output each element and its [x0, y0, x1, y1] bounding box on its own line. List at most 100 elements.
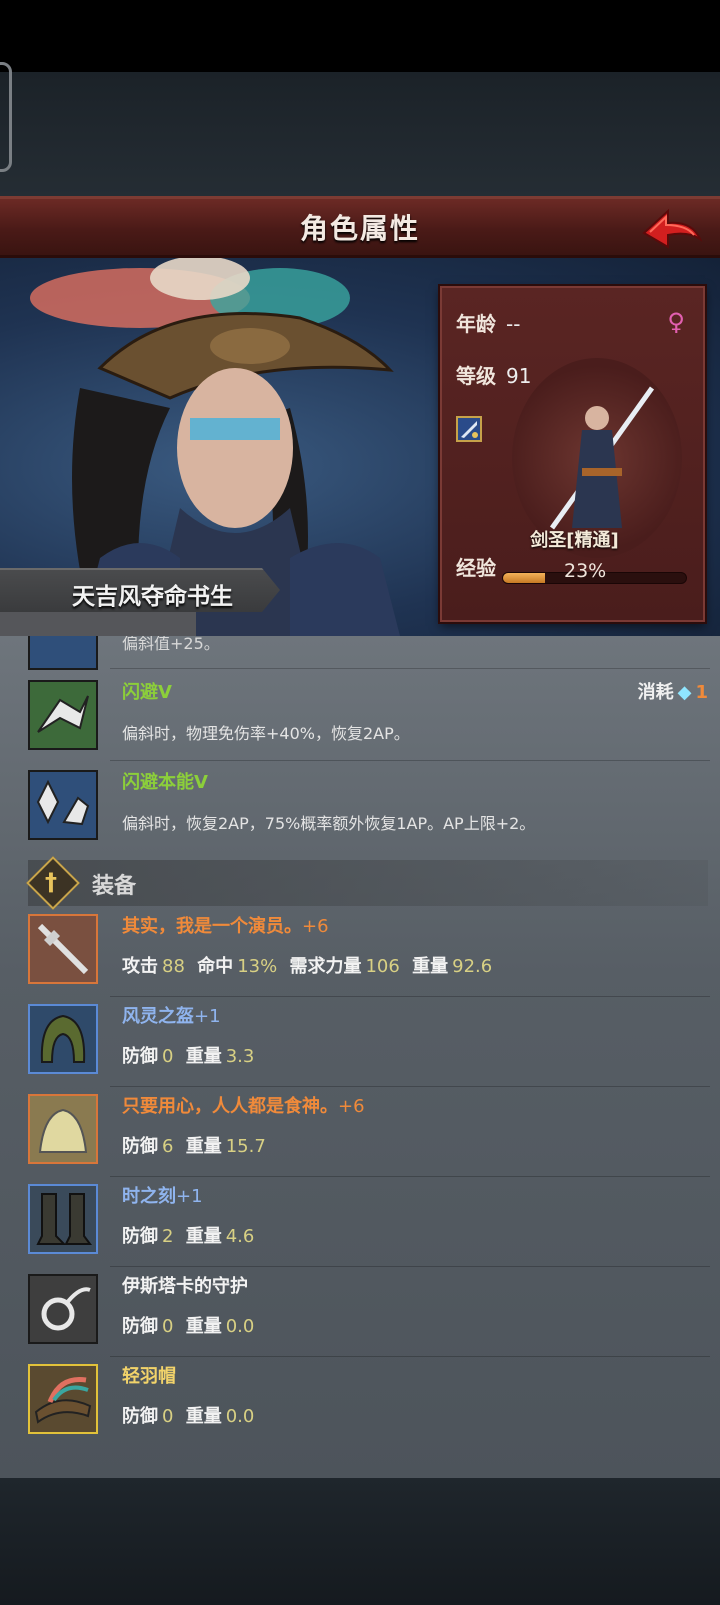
section-title: 装备	[92, 874, 137, 899]
weapon-icon	[28, 914, 98, 984]
armor-icon	[28, 1094, 98, 1164]
divider	[110, 996, 710, 997]
equip-name-text: 风灵之盔	[122, 1006, 194, 1027]
sword-class-icon	[456, 416, 482, 442]
skill-name: 闪避V	[122, 682, 172, 703]
skill-desc: 偏斜时，物理免伤率+40%，恢复2AP。	[122, 724, 410, 743]
equip-plus: +6	[302, 916, 329, 937]
stat-value: 2	[162, 1226, 174, 1247]
stat-label: 重量	[185, 1136, 222, 1157]
attribute-list[interactable]: 偏斜值+25。 闪避V 偏斜时，物理免伤率+40%，恢复2AP。 消耗 ◆ 1 闪避…	[0, 636, 720, 1478]
cost-value: 1	[695, 682, 708, 703]
skill-name: 闪避本能V	[122, 772, 208, 793]
stat-panel: 年龄 -- ♀ 等级 91 剑圣[精通] 经验 23%	[440, 286, 705, 622]
skill-row[interactable]: 闪避V 偏斜时，物理免伤率+40%，恢复2AP。 消耗 ◆ 1	[0, 672, 720, 760]
age-value: --	[506, 312, 521, 336]
divider	[110, 1086, 710, 1087]
stat-label: 防御	[122, 1136, 158, 1157]
stat-label: 防御	[122, 1226, 158, 1247]
clipped-skill-desc: 偏斜值+25。	[122, 636, 220, 653]
divider	[110, 760, 710, 761]
equip-name-text: 只要用心，人人都是食神。	[122, 1096, 338, 1117]
stat-value: 15.7	[225, 1136, 266, 1157]
stat-label: 攻击	[122, 956, 158, 977]
age-label: 年龄	[456, 312, 496, 336]
back-button[interactable]	[638, 203, 708, 257]
stat-value: 0	[162, 1406, 174, 1427]
amulet-icon	[28, 1274, 98, 1344]
equipment-row[interactable]: 其实，我是一个演员。+6 攻击 88 命中 13% 需求力量 106 重量 92.6	[0, 908, 720, 1000]
equipment-row[interactable]: 伊斯塔卡的守护 防御 0 重量 0.0	[0, 1268, 720, 1360]
age-row: 年龄 --	[456, 308, 520, 337]
equip-name: 轻羽帽	[122, 1362, 176, 1388]
dodge-instinct-icon	[28, 770, 98, 840]
back-arrow-icon	[642, 208, 703, 249]
feather-hat-icon	[28, 1364, 98, 1434]
equip-stats: 防御 6 重量 15.7	[122, 1132, 272, 1158]
stat-label: 防御	[122, 1406, 158, 1427]
stat-label: 重量	[185, 1316, 222, 1337]
equip-plus: +6	[338, 1096, 365, 1117]
title-bar: 角色属性	[0, 196, 720, 258]
equip-name: 时之刻+1	[122, 1182, 203, 1208]
equipment-row[interactable]: 风灵之盔+1 防御 0 重量 3.3	[0, 998, 720, 1090]
stat-value: 92.6	[452, 956, 493, 977]
stat-value: 13%	[237, 956, 278, 977]
divider	[110, 1176, 710, 1177]
equipment-row[interactable]: 轻羽帽 防御 0 重量 0.0	[0, 1358, 720, 1450]
equip-stats: 防御 0 重量 3.3	[122, 1042, 260, 1068]
cost-label: 消耗	[637, 682, 674, 703]
equipment-row[interactable]: 时之刻+1 防御 2 重量 4.6	[0, 1178, 720, 1270]
equip-stats: 防御 0 重量 0.0	[122, 1402, 260, 1428]
skill-cost: 消耗 ◆ 1	[638, 678, 708, 704]
divider	[110, 668, 710, 669]
exp-bar-fill	[503, 573, 546, 583]
stat-label: 重量	[185, 1406, 222, 1427]
equip-name-text: 时之刻	[122, 1186, 176, 1207]
equip-stats: 攻击 88 命中 13% 需求力量 106 重量 92.6	[122, 952, 498, 978]
equipment-row[interactable]: 只要用心，人人都是食神。+6 防御 6 重量 15.7	[0, 1088, 720, 1180]
equip-name-text: 伊斯塔卡的守护	[122, 1276, 248, 1297]
female-gender-icon: ♀	[667, 308, 685, 336]
helmet-icon	[28, 1004, 98, 1074]
equip-name-text: 轻羽帽	[122, 1366, 176, 1387]
class-label: 剑圣[精通]	[530, 530, 619, 551]
character-name: 天吉风夺命书生	[72, 584, 233, 610]
equip-plus: +1	[194, 1006, 221, 1027]
side-handle[interactable]	[0, 62, 12, 172]
stat-label: 防御	[122, 1046, 158, 1067]
cross-icon: †	[45, 868, 57, 896]
stat-value: 3.3	[225, 1046, 255, 1067]
exp-percent: 23%	[564, 560, 607, 582]
stat-label: 命中	[197, 956, 234, 977]
bottom-band	[0, 1478, 720, 1605]
stat-value: 0.0	[225, 1316, 255, 1337]
equip-name: 其实，我是一个演员。+6	[122, 912, 329, 938]
stat-label: 重量	[185, 1226, 222, 1247]
status-bar-area	[0, 0, 720, 72]
stat-value: 88	[162, 956, 185, 977]
stat-value: 106	[365, 956, 400, 977]
skill-row[interactable]: 闪避本能V 偏斜时，恢复2AP，75%概率额外恢复1AP。AP上限+2。	[0, 762, 720, 850]
stat-value: 0.0	[225, 1406, 255, 1427]
stat-label: 重量	[412, 956, 449, 977]
exp-label: 经验	[456, 556, 496, 580]
diamond-icon: ◆	[677, 682, 692, 703]
equip-plus: +1	[176, 1186, 203, 1207]
boots-icon	[28, 1184, 98, 1254]
skill-desc: 偏斜时，恢复2AP，75%概率额外恢复1AP。AP上限+2。	[122, 814, 536, 833]
divider	[110, 1356, 710, 1357]
top-band	[0, 72, 720, 196]
partial-skill-icon	[28, 636, 98, 670]
equip-name: 伊斯塔卡的守护	[122, 1272, 248, 1298]
equip-name-text: 其实，我是一个演员。	[122, 916, 302, 937]
equip-name: 风灵之盔+1	[122, 1002, 221, 1028]
divider	[110, 1266, 710, 1267]
stat-value: 0	[162, 1046, 174, 1067]
stat-label: 防御	[122, 1316, 158, 1337]
stat-label: 需求力量	[289, 956, 362, 977]
equip-stats: 防御 2 重量 4.6	[122, 1222, 260, 1248]
stat-value: 0	[162, 1316, 174, 1337]
page-title: 角色属性	[299, 212, 420, 245]
dodge-icon	[28, 680, 98, 750]
